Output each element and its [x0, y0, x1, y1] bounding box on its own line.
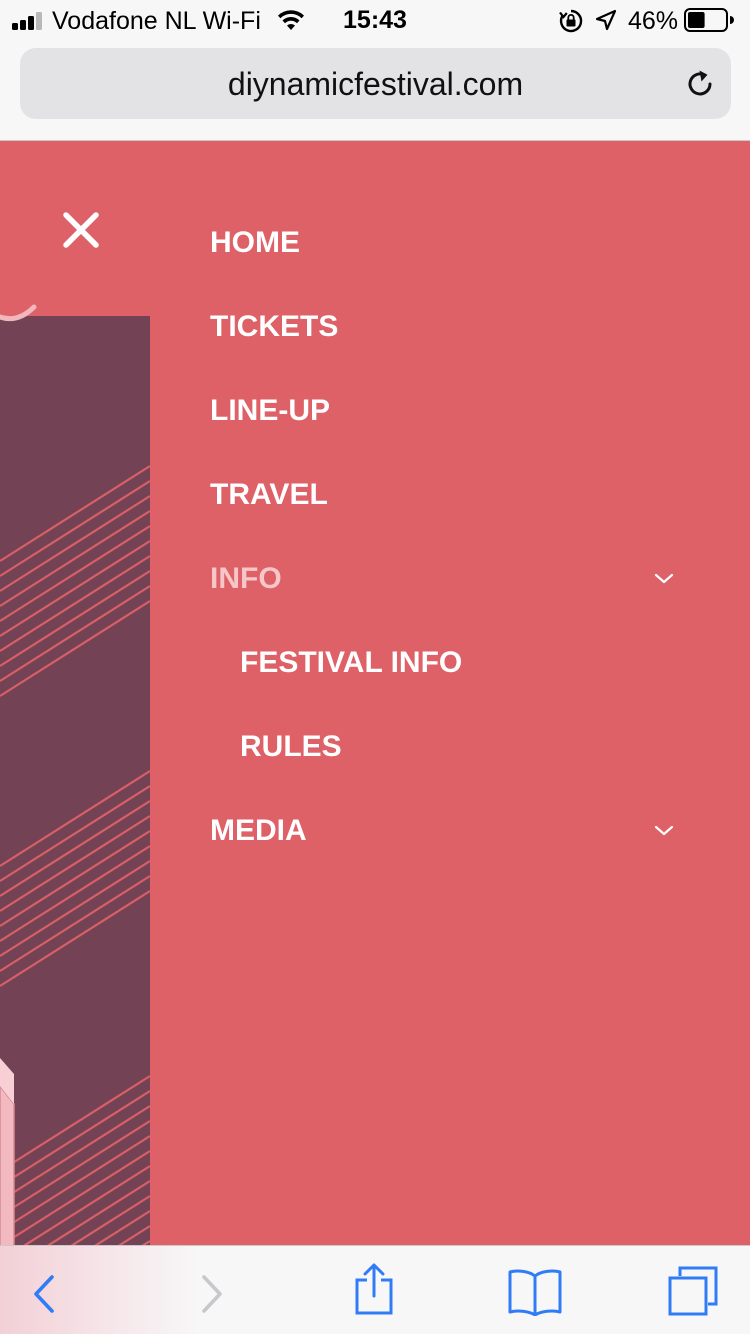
- forward-button[interactable]: [182, 1246, 242, 1334]
- battery-percent: 46%: [628, 7, 679, 35]
- status-bar: Vodafone NL Wi-Fi 15:43 46%: [0, 0, 750, 40]
- url-text[interactable]: diynamicfestival.com: [20, 66, 731, 103]
- orientation-lock-icon: [559, 9, 583, 33]
- nav-subitem-rules[interactable]: RULES: [240, 717, 342, 777]
- browser-toolbar: [0, 1245, 750, 1334]
- hero-stripes: [0, 465, 150, 1245]
- address-bar[interactable]: diynamicfestival.com: [20, 48, 731, 119]
- share-icon: [355, 1263, 393, 1315]
- share-button[interactable]: [344, 1246, 404, 1334]
- hero-artwork: [0, 316, 150, 1245]
- back-button[interactable]: [14, 1246, 74, 1334]
- logo-fragment: [0, 304, 37, 322]
- nav-item-media[interactable]: MEDIA: [210, 801, 307, 861]
- nav-item-info[interactable]: INFO: [210, 549, 282, 609]
- nav-item-home[interactable]: HOME: [210, 213, 300, 273]
- address-bar-area: diynamicfestival.com: [0, 40, 750, 141]
- nav-item-line-up[interactable]: LINE-UP: [210, 381, 330, 441]
- nav-item-tickets[interactable]: TICKETS: [210, 297, 338, 357]
- nav-subitem-festival-info[interactable]: FESTIVAL INFO: [240, 633, 462, 693]
- tabs-icon: [668, 1266, 718, 1316]
- chevron-down-icon[interactable]: [651, 571, 677, 587]
- bookmarks-icon: [508, 1269, 562, 1316]
- forward-arrow-icon: [202, 1275, 222, 1313]
- reload-icon[interactable]: [682, 66, 718, 102]
- back-arrow-icon: [34, 1275, 54, 1313]
- tabs-button[interactable]: [660, 1246, 730, 1334]
- location-icon: [595, 9, 617, 31]
- close-icon[interactable]: [56, 205, 106, 255]
- battery-icon: [684, 8, 734, 32]
- chevron-down-icon[interactable]: [651, 823, 677, 839]
- bookmarks-button[interactable]: [500, 1246, 570, 1334]
- hero-cube: [0, 1058, 15, 1245]
- nav-item-travel[interactable]: TRAVEL: [210, 465, 328, 525]
- navigation-menu-overlay: HOME TICKETS LINE-UP TRAVEL INFO FESTIVA…: [0, 141, 750, 1245]
